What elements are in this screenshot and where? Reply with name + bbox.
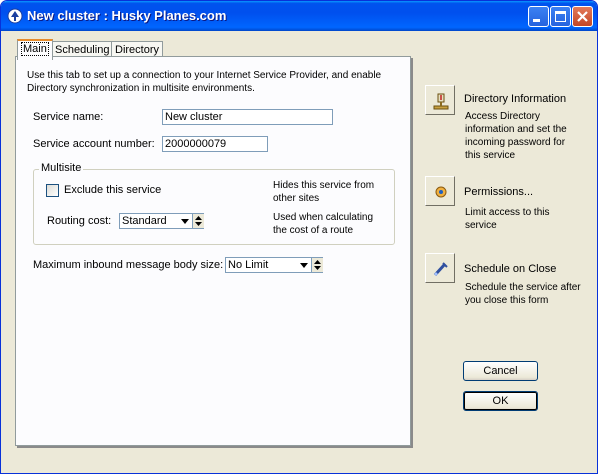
ok-button[interactable]: OK — [463, 391, 538, 411]
max-body-size-label: Maximum inbound message body size: — [33, 259, 224, 271]
routing-cost-note: Used when calculating the cost of a rout… — [273, 212, 374, 236]
service-name-label: Service name: — [33, 111, 104, 123]
exclude-service-label[interactable]: Exclude this service — [64, 184, 161, 196]
routing-cost-label: Routing cost: — [47, 215, 112, 227]
service-name-input[interactable]: New cluster — [162, 109, 333, 125]
dialog-window: New cluster : Husky Planes.com Main Sche… — [0, 0, 598, 474]
permissions-icon — [435, 186, 447, 198]
routing-cost-spinner[interactable] — [192, 214, 204, 228]
directory-information-title[interactable]: Directory Information — [464, 93, 566, 105]
schedule-icon — [433, 262, 448, 277]
close-button[interactable] — [572, 6, 593, 27]
app-icon — [7, 8, 23, 24]
maximize-button[interactable] — [550, 6, 571, 27]
schedule-on-close-desc: Schedule the service after you close thi… — [465, 282, 581, 306]
chevron-down-icon — [299, 259, 309, 271]
chevron-down-icon — [180, 215, 190, 227]
intro-text: Use this tab to set up a connection to y… — [27, 70, 382, 94]
spin-arrows-icon — [195, 216, 202, 226]
title-bar[interactable]: New cluster : Husky Planes.com — [1, 1, 597, 31]
directory-information-desc: Access Directory information and set the… — [465, 111, 567, 161]
directory-information-button[interactable] — [425, 85, 455, 115]
directory-icon — [433, 93, 449, 110]
tab-scheduling-label: Scheduling — [55, 44, 110, 56]
spin-arrows-icon — [314, 260, 321, 270]
exclude-service-checkbox[interactable] — [46, 184, 59, 197]
schedule-on-close-button[interactable] — [425, 253, 455, 283]
max-body-size-spinner[interactable] — [311, 258, 323, 272]
account-number-input[interactable]: 2000000079 — [162, 136, 268, 152]
multisite-group-title: Multisite — [39, 162, 84, 174]
account-number-label: Service account number: — [33, 138, 155, 150]
max-body-size-value: No Limit — [228, 259, 269, 271]
window-title: New cluster : Husky Planes.com — [27, 8, 227, 23]
max-body-size-select[interactable]: No Limit — [225, 257, 323, 273]
routing-cost-value: Standard — [122, 215, 167, 227]
minimize-button[interactable] — [528, 6, 549, 27]
tab-main-label: Main — [21, 42, 49, 56]
tab-directory-label: Directory — [115, 44, 160, 56]
close-icon — [577, 11, 588, 22]
tab-main[interactable]: Main — [17, 39, 53, 60]
permissions-title[interactable]: Permissions... — [464, 186, 533, 198]
routing-cost-select[interactable]: Standard — [119, 213, 204, 229]
exclude-service-note: Hides this service from other sites — [273, 180, 375, 204]
permissions-desc: Limit access to this service — [465, 207, 550, 231]
permissions-button[interactable] — [425, 176, 455, 206]
minimize-icon — [533, 19, 540, 22]
maximize-icon — [555, 11, 566, 22]
cancel-button[interactable]: Cancel — [463, 361, 538, 381]
schedule-on-close-title[interactable]: Schedule on Close — [464, 263, 556, 275]
